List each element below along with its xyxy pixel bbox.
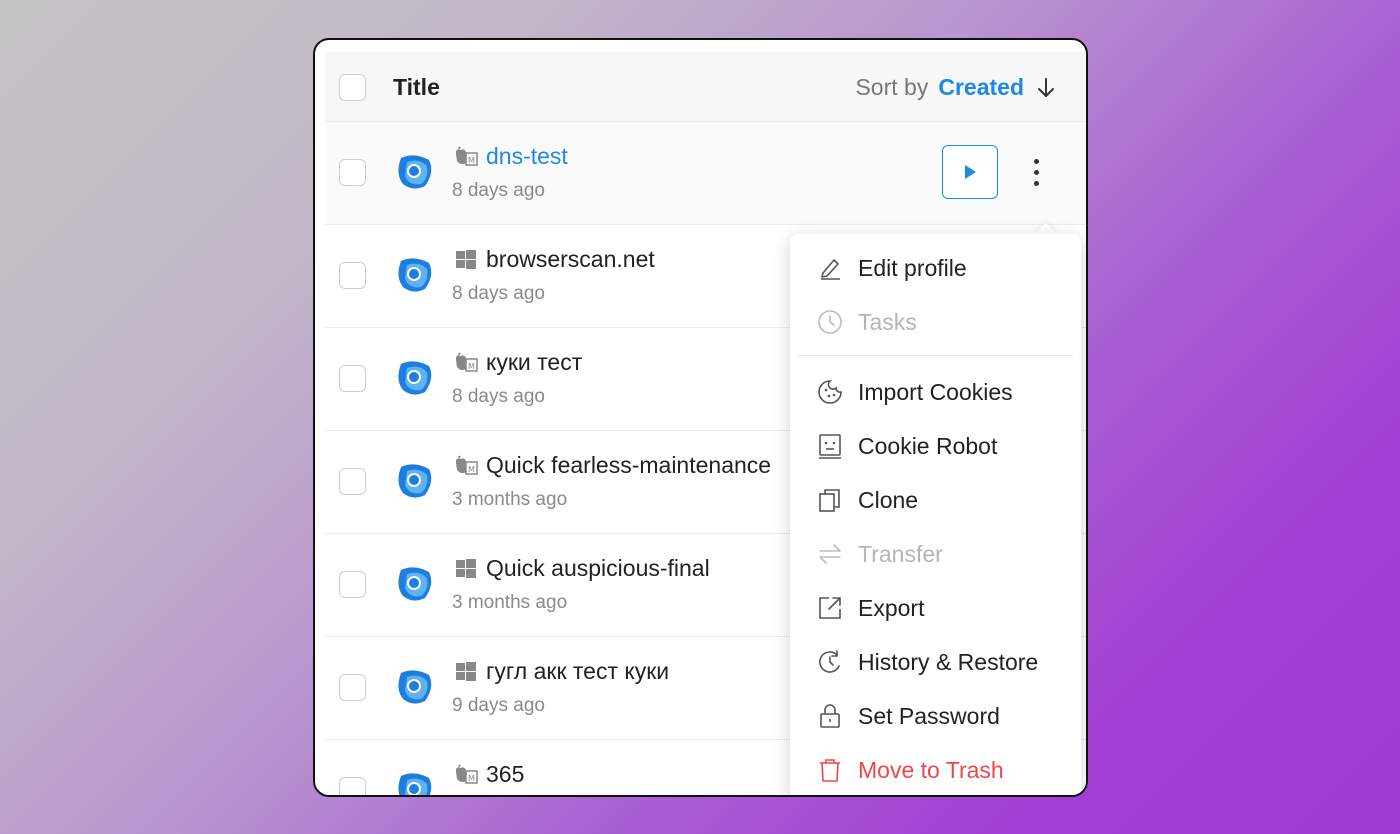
- browser-icon: [398, 773, 432, 795]
- browser-icon: [398, 258, 432, 292]
- profile-date: 9 days ago: [452, 695, 545, 716]
- svg-text:M: M: [468, 362, 475, 371]
- menu-item-set-password[interactable]: Set Password: [790, 690, 1081, 740]
- pencil-icon: [821, 259, 840, 280]
- start-profile-button[interactable]: [942, 145, 998, 199]
- windows-icon: [456, 662, 476, 681]
- svg-text:M: M: [468, 156, 475, 165]
- browser-icon: [398, 567, 432, 601]
- transfer-icon: [819, 544, 841, 564]
- row-checkbox[interactable]: [339, 674, 366, 701]
- profile-date: 3 months ago: [452, 592, 568, 613]
- title-column-header[interactable]: Title: [393, 74, 440, 101]
- sort-prefix: Sort by: [855, 74, 929, 100]
- profile-context-menu: Edit profile Tasks Import Cookies Cookie…: [790, 234, 1081, 795]
- menu-item-label: Set Password: [858, 703, 1000, 729]
- history-icon: [819, 650, 840, 673]
- profiles-window: Title Sort by Created M dns-test 8 days …: [313, 38, 1088, 797]
- menu-item-label: History & Restore: [858, 649, 1039, 675]
- robot-icon: [819, 434, 841, 459]
- browser-icon: [398, 464, 432, 498]
- profile-name[interactable]: 365: [486, 761, 524, 788]
- browser-icon: [398, 155, 432, 189]
- export-icon: [819, 597, 841, 619]
- macos-icon: M: [455, 146, 478, 166]
- browser-icon: [398, 361, 432, 395]
- cookie-icon: [818, 380, 842, 404]
- more-dot: [1033, 180, 1039, 186]
- table-row[interactable]: M dns-test 8 days ago: [325, 122, 1086, 225]
- trash-icon: [820, 759, 840, 782]
- profile-name[interactable]: Quick fearless-maintenance: [486, 452, 771, 479]
- macos-icon: M: [455, 455, 478, 475]
- menu-item-import-cookies[interactable]: Import Cookies: [790, 366, 1081, 416]
- row-checkbox[interactable]: [339, 571, 366, 598]
- more-dot: [1033, 158, 1039, 164]
- row-checkbox[interactable]: [339, 365, 366, 392]
- menu-item-transfer: Transfer: [790, 528, 1081, 578]
- menu-item-cookie-robot[interactable]: Cookie Robot: [790, 420, 1081, 470]
- clock-icon: [818, 310, 842, 334]
- profile-name[interactable]: dns-test: [486, 143, 568, 170]
- sort-value[interactable]: Created: [938, 74, 1024, 101]
- row-checkbox[interactable]: [339, 468, 366, 495]
- macos-icon: M: [455, 764, 478, 784]
- windows-icon: [456, 559, 476, 578]
- play-icon: [965, 165, 976, 179]
- copy-icon: [819, 489, 840, 512]
- profile-name[interactable]: куки тест: [486, 349, 582, 376]
- menu-item-edit-profile[interactable]: Edit profile: [790, 242, 1081, 292]
- menu-item-export[interactable]: Export: [790, 582, 1081, 632]
- menu-item-label: Transfer: [858, 541, 943, 567]
- svg-text:M: M: [468, 465, 475, 474]
- menu-item-tasks: Tasks: [790, 296, 1081, 346]
- row-checkbox[interactable]: [339, 777, 366, 795]
- profile-date: 8 days ago: [452, 283, 545, 304]
- profile-date: 3 months ago: [452, 489, 568, 510]
- menu-item-label: Edit profile: [858, 255, 967, 281]
- menu-item-label: Clone: [858, 487, 919, 513]
- profile-date: 8 days ago: [452, 386, 545, 407]
- profile-name[interactable]: гугл акк тест куки: [486, 658, 669, 685]
- profiles-panel: Title Sort by Created M dns-test 8 days …: [325, 52, 1086, 795]
- more-dot: [1033, 169, 1039, 175]
- table-header: Title Sort by Created: [325, 52, 1086, 122]
- profile-name[interactable]: Quick auspicious-final: [486, 555, 710, 582]
- macos-icon: M: [455, 352, 478, 372]
- menu-item-clone[interactable]: Clone: [790, 474, 1081, 524]
- select-all-checkbox[interactable]: [339, 74, 366, 101]
- menu-item-label: Import Cookies: [858, 379, 1013, 405]
- menu-item-label: Move to Trash: [858, 757, 1004, 783]
- profile-name[interactable]: browserscan.net: [486, 246, 655, 273]
- arrow-down-icon[interactable]: [1036, 77, 1056, 99]
- more-actions-button[interactable]: [1021, 150, 1051, 194]
- row-checkbox[interactable]: [339, 159, 366, 186]
- sort-control[interactable]: Sort by Created: [855, 74, 1056, 101]
- browser-icon: [398, 670, 432, 704]
- menu-item-history-restore[interactable]: History & Restore: [790, 636, 1081, 686]
- profile-date: 8 days ago: [452, 180, 545, 201]
- menu-item-move-to-trash[interactable]: Move to Trash: [790, 744, 1081, 794]
- menu-item-label: Cookie Robot: [858, 433, 998, 459]
- menu-item-label: Tasks: [858, 309, 917, 335]
- svg-text:M: M: [468, 774, 475, 783]
- lock-icon: [820, 704, 840, 728]
- menu-item-label: Export: [858, 595, 925, 621]
- windows-icon: [456, 250, 476, 269]
- menu-divider: [798, 355, 1073, 356]
- row-checkbox[interactable]: [339, 262, 366, 289]
